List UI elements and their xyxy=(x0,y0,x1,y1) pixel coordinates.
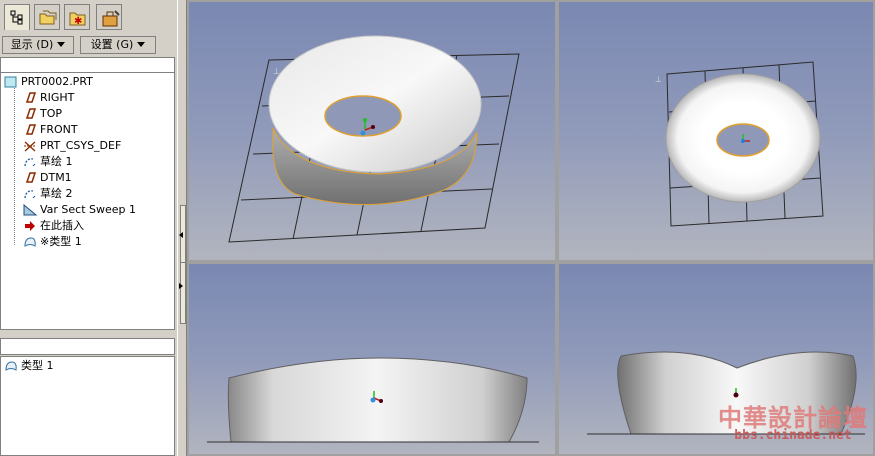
panel-separator[interactable] xyxy=(0,333,177,337)
tree-item-label: 草绘 1 xyxy=(40,155,73,168)
quilt-icon xyxy=(5,361,17,371)
tree-item-label: PRT_CSYS_DEF xyxy=(40,139,122,152)
insert-here-arrow-icon xyxy=(25,221,35,231)
tree-item-label: Var Sect Sweep 1 xyxy=(40,203,137,216)
tree-filter-bar[interactable] xyxy=(0,57,175,73)
watermark-url: bbs.chinade.net xyxy=(734,428,852,443)
viewport-front[interactable] xyxy=(187,262,557,456)
settings-menu-label: 设置 (G) xyxy=(90,38,134,51)
sketch-icon xyxy=(24,158,36,167)
tree-menubar: 显示 (D) 设置 (G) xyxy=(0,34,177,56)
settings-menu-button[interactable]: 设置 (G) xyxy=(80,36,156,54)
chevron-down-icon xyxy=(57,42,66,47)
toolbox-icon xyxy=(102,10,120,27)
collapse-left-icon xyxy=(179,232,183,238)
expand-right-icon xyxy=(179,283,183,289)
lower-panel: 类型 1 xyxy=(0,356,175,456)
lower-panel-header xyxy=(0,338,175,355)
tree-root-label: PRT0002.PRT xyxy=(21,75,93,88)
top-model-view: ⊥ xyxy=(655,61,824,227)
watermark: 中華設計論壇 bbs.chinade.net xyxy=(718,398,868,448)
datum-plane-icon xyxy=(25,124,37,135)
svg-text:✱: ✱ xyxy=(74,16,82,27)
svg-text:⊥: ⊥ xyxy=(655,75,662,84)
model-tree-icon xyxy=(10,10,23,25)
folder-icon xyxy=(39,10,57,25)
front-model-view xyxy=(207,357,539,443)
graphics-area: ⊥ ⊥ xyxy=(187,0,875,456)
part-icon xyxy=(4,76,17,88)
splitter-grip-expand[interactable] xyxy=(180,262,186,324)
tree-item-label: ※类型 1 xyxy=(40,235,82,248)
favorites-tab[interactable]: ✱ xyxy=(64,4,90,30)
tree-item-label: FRONT xyxy=(40,123,78,136)
lower-item-label: 类型 1 xyxy=(21,359,54,372)
tree-item-label: TOP xyxy=(40,107,63,120)
chevron-down-icon xyxy=(137,42,146,47)
connections-tab[interactable] xyxy=(96,4,122,30)
quilt-icon xyxy=(24,237,36,247)
viewport-top[interactable]: ⊥ xyxy=(557,0,875,262)
sketch-icon xyxy=(24,190,36,199)
tree-item-label: DTM1 xyxy=(40,171,72,184)
display-menu-label: 显示 (D) xyxy=(10,38,54,51)
sweep-icon xyxy=(23,204,37,216)
coordinate-system-icon xyxy=(24,141,36,152)
tree-connector-line xyxy=(14,83,16,245)
isometric-model-view: ⊥ xyxy=(228,35,520,243)
model-tree-panel: ✱ 显示 (D) 设置 (G) PRT0002.PRT RIGHT TOP FR… xyxy=(0,0,177,456)
tree-item-label: 草绘 2 xyxy=(40,187,73,200)
display-menu-button[interactable]: 显示 (D) xyxy=(2,36,74,54)
favorites-folder-icon: ✱ xyxy=(69,12,86,27)
datum-plane-icon xyxy=(25,172,37,183)
model-tree: PRT0002.PRT RIGHT TOP FRONT PRT_CSYS_DEF… xyxy=(0,73,175,330)
model-tree-tab[interactable] xyxy=(4,4,30,30)
datum-plane-icon xyxy=(25,108,37,119)
tree-item-label: 在此插入 xyxy=(40,219,84,232)
viewport-isometric[interactable]: ⊥ xyxy=(187,0,557,262)
datum-plane-icon xyxy=(25,92,37,103)
panel-splitter[interactable] xyxy=(177,0,187,456)
folder-browser-tab[interactable] xyxy=(34,4,60,30)
navigator-tabs: ✱ xyxy=(0,4,177,32)
tree-item-label: RIGHT xyxy=(40,91,75,104)
